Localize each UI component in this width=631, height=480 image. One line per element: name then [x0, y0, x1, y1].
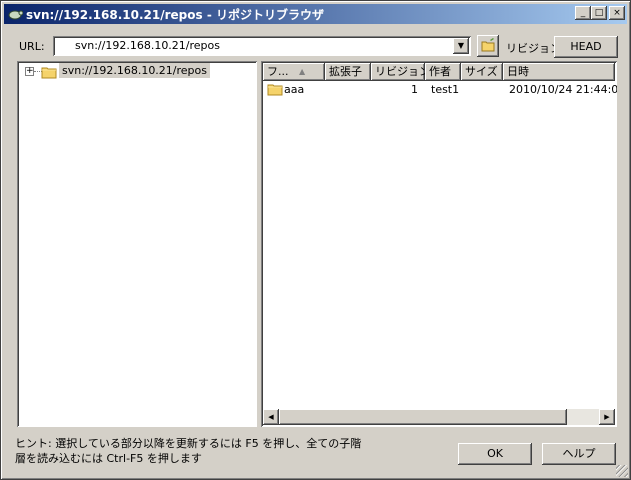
column-header-author[interactable]: 作者 [425, 63, 461, 81]
sort-ascending-icon: ▲ [299, 67, 306, 76]
tree-root-item[interactable]: svn://192.168.10.21/repos [59, 63, 211, 78]
maximize-button[interactable]: □ [591, 6, 607, 20]
window-title: svn://192.168.10.21/repos - リポジトリブラウザ [26, 8, 324, 22]
scroll-left-button[interactable]: ◀ [263, 409, 279, 425]
column-header-file[interactable]: フ... ▲ [263, 63, 325, 81]
scrollbar-thumb[interactable] [279, 409, 567, 425]
item-date: 2010/10/24 21:44:04 [509, 83, 617, 96]
repository-tree[interactable]: + svn://192.168.10.21/repos [17, 61, 257, 427]
folder-icon [267, 84, 283, 96]
url-combobox[interactable]: svn://192.168.10.21/repos ▼ [53, 36, 471, 56]
revision-head-button[interactable]: HEAD [554, 36, 618, 58]
item-name: aaa [284, 83, 305, 96]
hint-line-2: 層を読み込むには Ctrl-F5 を押します [15, 452, 202, 465]
open-folder-button[interactable] [477, 35, 499, 57]
minimize-button[interactable]: _ [575, 6, 591, 20]
ok-button[interactable]: OK [458, 443, 532, 465]
column-header-revision[interactable]: リビジョン [371, 63, 425, 81]
chevron-down-icon: ▼ [457, 41, 465, 50]
url-label: URL: [19, 40, 45, 53]
scroll-right-button[interactable]: ▶ [599, 409, 615, 425]
resize-grip[interactable] [616, 465, 628, 477]
title-bar[interactable]: svn://192.168.10.21/repos - リポジトリブラウザ _ … [4, 4, 627, 24]
url-input[interactable]: svn://192.168.10.21/repos [75, 39, 220, 52]
list-item[interactable]: aaa 1 test1 2010/10/24 21:44:04 [263, 81, 617, 97]
url-dropdown-button[interactable]: ▼ [453, 38, 469, 54]
column-header-size[interactable]: サイズ [461, 63, 503, 81]
horizontal-scrollbar[interactable]: ◀ ▶ [263, 409, 615, 425]
tree-expand-icon[interactable]: + [25, 67, 34, 76]
column-header-date[interactable]: 日時 [503, 63, 615, 81]
hint-line-1: ヒント: 選択している部分以降を更新するには F5 を押し、全ての子階 [15, 437, 362, 450]
repository-browser-window: svn://192.168.10.21/repos - リポジトリブラウザ _ … [0, 0, 631, 480]
column-header-extension[interactable]: 拡張子 [325, 63, 371, 81]
folder-icon [41, 67, 57, 79]
column-header-file-label: フ... [267, 65, 289, 78]
file-list[interactable]: フ... ▲ 拡張子 リビジョン 作者 サイズ 日時 aaa 1 test1 2… [261, 61, 617, 427]
chevron-right-icon: ▶ [604, 413, 610, 421]
hint-text: ヒント: 選択している部分以降を更新するには F5 を押し、全ての子階 層を読み… [15, 436, 435, 466]
folder-icon [481, 38, 495, 52]
close-button[interactable]: × [609, 6, 625, 20]
item-revision: 1 [411, 83, 418, 96]
item-author: test1 [431, 83, 460, 96]
help-button[interactable]: ヘルプ [542, 443, 616, 465]
chevron-left-icon: ◀ [268, 413, 274, 421]
tortoise-icon [8, 10, 23, 20]
